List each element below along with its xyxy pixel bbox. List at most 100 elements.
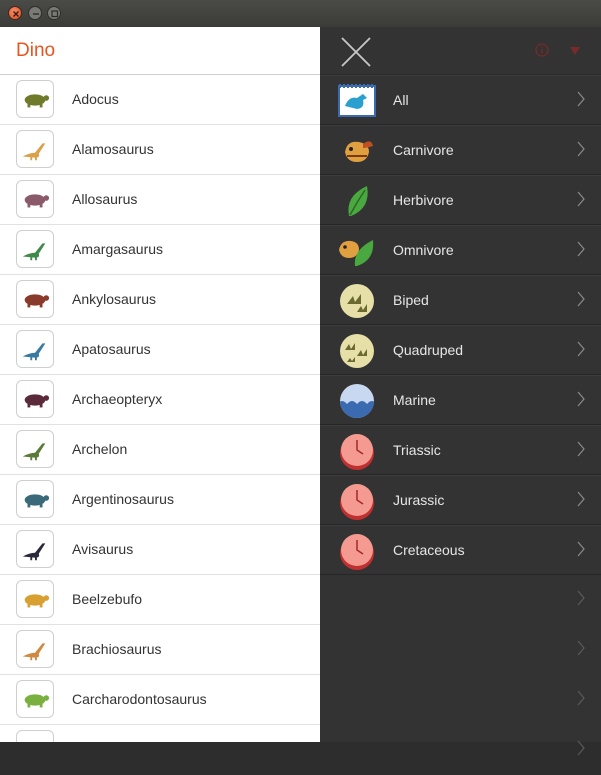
dino-thumbnail-icon [24, 694, 50, 708]
window-close-button[interactable] [8, 6, 22, 20]
dino-thumbnail [16, 430, 54, 468]
dino-name: Carcharodontosaurus [72, 691, 207, 707]
filter-label: Biped [393, 292, 429, 308]
window-maximize-button[interactable] [47, 6, 61, 20]
filter-label: All [393, 92, 409, 108]
dino-thumbnail-icon [24, 394, 50, 408]
jurassic-icon [340, 484, 374, 520]
dino-thumbnail-icon [24, 194, 50, 208]
chevron-right-icon [577, 740, 585, 756]
filter-item-marine[interactable]: Marine [320, 375, 601, 425]
dino-name: Amargasaurus [72, 241, 164, 257]
list-item[interactable]: Argentinosaurus [0, 475, 320, 525]
filter-label: Cretaceous [393, 542, 465, 558]
filter-item-biped[interactable]: Biped [320, 275, 601, 325]
dino-thumbnail [16, 380, 54, 418]
all-icon [338, 84, 376, 117]
close-drawer-icon[interactable] [340, 36, 372, 68]
list-item[interactable]: Allosaurus [0, 175, 320, 225]
quadruped-icon [340, 334, 374, 368]
dino-thumbnail [16, 630, 54, 668]
list-item[interactable]: Brachiosaurus [0, 625, 320, 675]
dino-thumbnail [16, 180, 54, 218]
dino-thumbnail-icon [22, 143, 46, 161]
dino-name: Brachiosaurus [72, 641, 162, 657]
dino-list: Adocus Alamosaurus Allosaurus Amargasaurus A… [0, 75, 320, 742]
filter-label: Omnivore [393, 242, 454, 258]
dino-thumbnail [16, 530, 54, 568]
filter-item-herbivore[interactable]: Herbivore [320, 175, 601, 225]
dino-name: Ankylosaurus [72, 291, 157, 307]
dino-thumbnail [16, 230, 54, 268]
filter-item-cretaceous[interactable]: Cretaceous [320, 525, 601, 575]
empty-filter-row [320, 575, 601, 625]
chevron-right-icon [577, 491, 585, 507]
dino-thumbnail [16, 280, 54, 318]
dino-name: Allosaurus [72, 191, 138, 207]
minimize-icon [33, 13, 39, 15]
dino-thumbnail [16, 580, 54, 618]
page-header: Dino [0, 27, 320, 75]
list-item[interactable]: Amargasaurus [0, 225, 320, 275]
list-item[interactable]: Ankylosaurus [0, 275, 320, 325]
filter-drawer: All Carnivore Herbivore Omnivore Biped Quadru… [320, 27, 601, 756]
dino-name: Beelzebufo [72, 591, 143, 607]
filter-item-jurassic[interactable]: Jurassic [320, 475, 601, 525]
empty-filter-row [320, 675, 601, 725]
chevron-right-icon [577, 141, 585, 157]
dino-thumbnail [16, 480, 54, 518]
herbivore-icon [348, 186, 368, 216]
filter-item-carnivore[interactable]: Carnivore [320, 125, 601, 175]
filter-label: Quadruped [393, 342, 464, 358]
omnivore-icon [339, 240, 374, 266]
filter-label: Triassic [393, 442, 441, 458]
filter-item-quadruped[interactable]: Quadruped [320, 325, 601, 375]
drawer-header [320, 27, 601, 75]
chevron-right-icon [577, 291, 585, 307]
chevron-right-icon [577, 441, 585, 457]
cretaceous-icon [340, 534, 374, 570]
empty-filter-row [320, 725, 601, 775]
list-item[interactable]: Archaeopteryx [0, 375, 320, 425]
dino-name: Archaeopteryx [72, 391, 163, 407]
chevron-right-icon [577, 391, 585, 407]
list-item[interactable]: Apatosaurus [0, 325, 320, 375]
info-icon[interactable] [535, 43, 549, 57]
chevron-right-icon [577, 241, 585, 257]
dino-name: Archelon [72, 441, 128, 457]
filter-list: All Carnivore Herbivore Omnivore Biped Quadru… [320, 75, 601, 775]
list-item[interactable]: Carcharodontosaurus [0, 675, 320, 725]
carnivore-icon [345, 141, 373, 162]
list-item[interactable]: Alamosaurus [0, 125, 320, 175]
filter-item-triassic[interactable]: Triassic [320, 425, 601, 475]
filter-item-omnivore[interactable]: Omnivore [320, 225, 601, 275]
list-item[interactable]: Archelon [0, 425, 320, 475]
dino-thumbnail-icon [24, 94, 50, 108]
list-item[interactable]: Avisaurus [0, 525, 320, 575]
biped-icon [340, 284, 374, 318]
dino-thumbnail-icon [22, 543, 46, 561]
dino-thumbnail-icon [24, 294, 50, 308]
chevron-right-icon [577, 590, 585, 606]
empty-filter-row [320, 625, 601, 675]
dino-name: Avisaurus [72, 541, 134, 557]
filter-label: Jurassic [393, 492, 445, 508]
dino-thumbnail-icon [24, 494, 50, 508]
list-item[interactable]: Beelzebufo [0, 575, 320, 625]
list-item[interactable] [0, 725, 320, 742]
close-icon [13, 11, 19, 17]
marine-icon [340, 384, 374, 418]
dino-name: Argentinosaurus [72, 491, 174, 507]
filter-label: Marine [393, 392, 436, 408]
filter-item-all[interactable]: All [320, 75, 601, 125]
dropdown-triangle-icon[interactable] [569, 46, 581, 56]
filter-label: Carnivore [393, 142, 454, 158]
list-item[interactable]: Adocus [0, 75, 320, 125]
page-title: Dino [16, 40, 56, 61]
window-minimize-button[interactable] [28, 6, 42, 20]
dino-name: Adocus [72, 91, 119, 107]
triassic-icon [340, 434, 374, 470]
dino-thumbnail-icon [22, 643, 46, 661]
chevron-right-icon [577, 91, 585, 107]
dino-thumbnail [16, 130, 54, 168]
